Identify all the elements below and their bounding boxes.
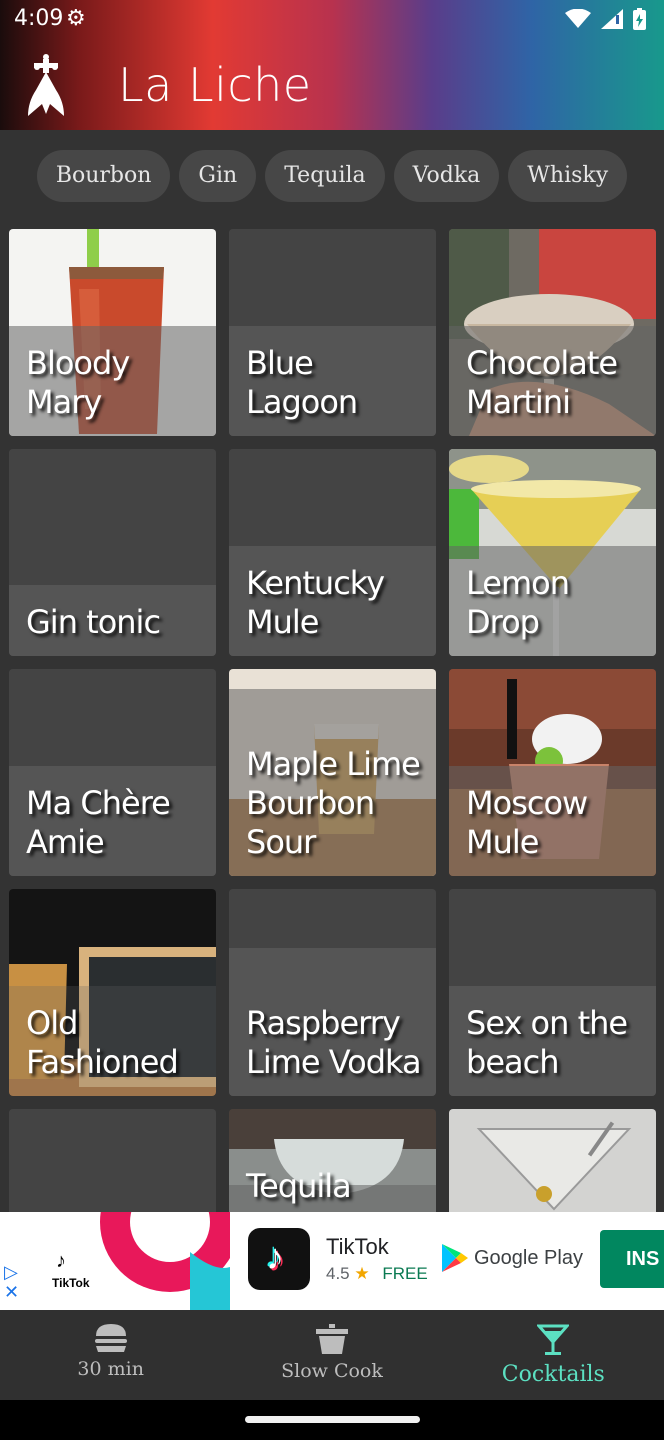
cocktail-card-sex-on-the-beach[interactable]: Sex on the beach [449,889,656,1096]
app-screen: 4:09 ⚙ La Liche Bourbon Gin Tequila Vodk… [0,0,664,1440]
nav-item-slow-cook[interactable]: Slow Cook [221,1310,442,1400]
martini-image [449,1109,656,1212]
cocktail-card-bloody-mary[interactable]: Bloody Mary [9,229,216,436]
signal-icon [601,9,623,29]
nav-label: Slow Cook [281,1360,383,1382]
filter-chip-gin[interactable]: Gin [179,150,257,202]
cocktail-name: Lemon Drop [466,564,570,641]
burger-icon [94,1324,127,1352]
cocktail-card-martini[interactable] [449,1109,656,1212]
filter-chip-vodka[interactable]: Vodka [393,150,500,202]
ad-banner[interactable]: ▷ ✕ ♪ TikTok ♪ TikTok 4.5 ★ FREE Google … [0,1212,664,1310]
cocktail-name: Maple Lime Bourbon Sour [246,745,421,861]
ad-app-name: TikTok [326,1234,389,1259]
cocktail-card-chocolate-martini[interactable]: Chocolate Martini [449,229,656,436]
star-icon: ★ [354,1264,370,1283]
google-play-icon [442,1244,468,1272]
cocktail-name: Tequila [246,1167,352,1205]
cocktail-grid[interactable]: Bloody Mary Blue Lagoon Chocolate Martin… [0,229,664,1212]
cocktail-card-kentucky-mule[interactable]: Kentucky Mule [229,449,436,656]
cocktail-card-maple-lime-bourbon-sour[interactable]: Maple Lime Bourbon Sour [229,669,436,876]
nav-item-cocktails[interactable]: Cocktails [443,1310,664,1400]
wifi-icon [565,9,591,28]
cocktail-name: Ma Chère Amie [26,784,171,861]
bottom-navigation: 30 min Slow Cook Cocktails [0,1310,664,1400]
install-button[interactable]: INS [600,1230,664,1288]
cocktail-card-gin-tonic[interactable]: Gin tonic [9,449,216,656]
cocktail-name: Gin tonic [26,603,161,641]
cocktail-name: Kentucky Mule [246,564,385,641]
filter-chip-tequila[interactable]: Tequila [265,150,385,202]
ad-rating-value: 4.5 [326,1264,350,1283]
google-play-badge: Google Play [442,1244,583,1272]
cocktail-card-lemon-drop[interactable]: Lemon Drop [449,449,656,656]
cocktail-grid-inner: Bloody Mary Blue Lagoon Chocolate Martin… [9,229,656,1212]
cocktail-name: Chocolate Martini [466,344,618,421]
ermine-logo-icon [28,54,64,116]
ad-banner-image: ♪ TikTok [40,1212,230,1310]
ad-banner-brand: TikTok [52,1276,90,1290]
cocktail-name: Blue Lagoon [246,344,358,421]
filter-chips: Bourbon Gin Tequila Vodka Whisky [0,150,664,204]
tiktok-app-icon: ♪ [248,1228,310,1290]
status-icons [565,8,646,30]
nav-item-30-min[interactable]: 30 min [0,1310,221,1400]
cocktail-card-moscow-mule[interactable]: Moscow Mule [449,669,656,876]
battery-icon [633,8,646,30]
filter-chip-whisky[interactable]: Whisky [508,150,628,202]
card-image-placeholder [9,1109,216,1212]
top-app-bar: 4:09 ⚙ La Liche [0,0,664,130]
status-bar: 4:09 ⚙ [0,0,664,38]
cocktail-card-old-fashioned[interactable]: Old Fashioned [9,889,216,1096]
nav-label: 30 min [77,1358,144,1380]
ad-price: FREE [382,1264,428,1283]
cocktail-name: Old Fashioned [26,1004,179,1081]
pot-icon [315,1324,348,1354]
status-time: 4:09 [14,6,64,31]
cocktail-name: Bloody Mary [26,344,130,421]
home-gesture-handle[interactable] [245,1416,420,1423]
nav-label: Cocktails [501,1362,605,1387]
cocktail-card-blue-lagoon[interactable]: Blue Lagoon [229,229,436,436]
ad-graphic [40,1212,230,1310]
cocktail-card-tequila[interactable]: Tequila [229,1109,436,1212]
cocktail-name: Raspberry Lime Vodka [246,1004,422,1081]
google-play-label: Google Play [474,1246,583,1269]
adchoices-icon[interactable]: ▷ ✕ [4,1262,19,1302]
settings-status-icon: ⚙ [66,5,86,30]
cocktail-card-ma-chere-amie[interactable]: Ma Chère Amie [9,669,216,876]
cocktail-card-partial[interactable] [9,1109,216,1212]
cocktail-card-raspberry-lime-vodka[interactable]: Raspberry Lime Vodka [229,889,436,1096]
header: La Liche [0,38,664,130]
tiktok-small-icon: ♪ [56,1250,66,1272]
cocktail-icon [537,1324,570,1355]
ad-rating: 4.5 ★ FREE [326,1264,428,1284]
filter-chip-bourbon[interactable]: Bourbon [36,150,171,202]
app-title: La Liche [118,58,312,112]
cocktail-name: Moscow Mule [466,784,588,861]
cocktail-name: Sex on the beach [466,1004,628,1081]
